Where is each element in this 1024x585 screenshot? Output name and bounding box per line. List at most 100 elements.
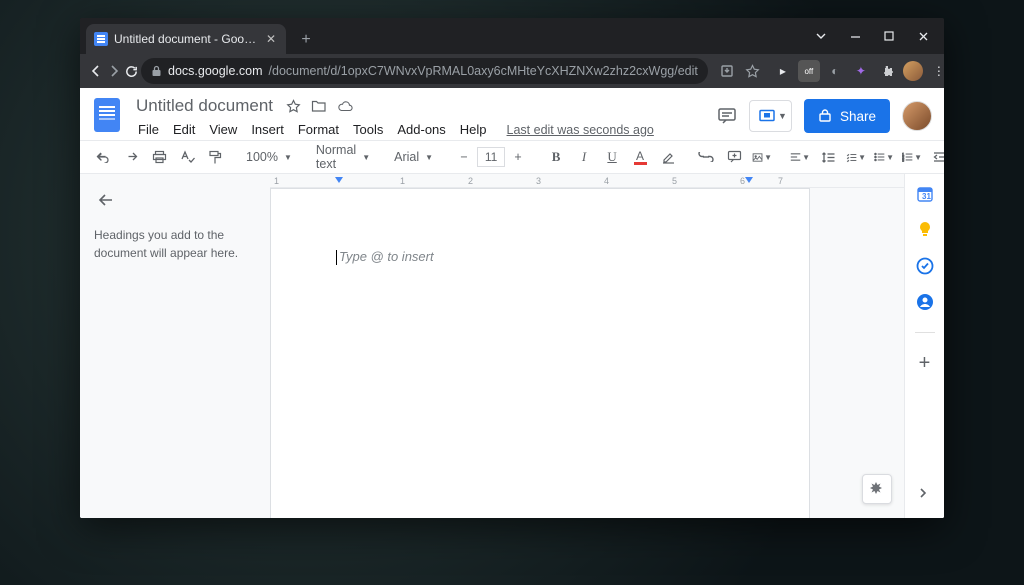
account-avatar[interactable] [902, 101, 932, 131]
extension-icon[interactable]: ▸ [772, 60, 794, 82]
reload-button[interactable] [124, 57, 139, 85]
insert-link-icon[interactable] [693, 144, 719, 170]
doc-title-input[interactable]: Untitled document [132, 95, 277, 117]
insert-image-icon[interactable]: ▼ [749, 144, 775, 170]
horizontal-ruler[interactable]: 1 1 2 3 4 5 6 7 [270, 174, 904, 188]
minimize-button[interactable] [840, 23, 870, 49]
undo-icon[interactable] [90, 144, 116, 170]
font-size-increase[interactable]: + [505, 144, 531, 170]
side-panel: 31 + [904, 174, 944, 518]
close-outline-icon[interactable] [94, 188, 118, 212]
add-comment-icon[interactable] [721, 144, 747, 170]
indent-marker-right-icon[interactable] [745, 177, 753, 183]
font-size-decrease[interactable]: − [451, 144, 477, 170]
align-icon[interactable]: ▼ [787, 144, 813, 170]
new-tab-button[interactable]: + [292, 26, 320, 54]
menu-insert[interactable]: Insert [245, 119, 290, 140]
extension-icon[interactable]: off [798, 60, 820, 82]
url-path: /document/d/1opxC7WNvxVpRMAL0axy6cMHteYc… [269, 64, 698, 78]
install-app-icon[interactable] [716, 60, 738, 82]
indent-marker-left-icon[interactable] [335, 177, 343, 183]
bookmark-star-icon[interactable] [742, 60, 764, 82]
share-button[interactable]: Share [804, 99, 890, 133]
lock-icon [151, 65, 162, 77]
keep-icon[interactable] [915, 220, 935, 240]
outline-empty-message: Headings you add to the document will ap… [94, 226, 256, 262]
last-edit-link[interactable]: Last edit was seconds ago [507, 123, 654, 137]
zoom-select[interactable]: 100%▼ [240, 150, 298, 164]
back-button[interactable] [88, 57, 104, 85]
print-icon[interactable] [146, 144, 172, 170]
placeholder-text: Type @ to insert [339, 249, 434, 264]
menu-help[interactable]: Help [454, 119, 493, 140]
highlight-color-icon[interactable] [655, 144, 681, 170]
menu-format[interactable]: Format [292, 119, 345, 140]
document-page[interactable]: Type @ to insert [270, 188, 810, 518]
tab-title: Untitled document - Google Doc [114, 32, 258, 46]
format-paint-icon[interactable] [202, 144, 228, 170]
checklist-icon[interactable]: ▼ [843, 144, 869, 170]
menu-view[interactable]: View [203, 119, 243, 140]
address-bar-row: docs.google.com/document/d/1opxC7WNvxVpR… [80, 54, 944, 88]
contacts-icon[interactable] [915, 292, 935, 312]
font-family-select[interactable]: Arial▼ [388, 150, 439, 164]
tasks-icon[interactable] [915, 256, 935, 276]
calendar-icon[interactable]: 31 [915, 184, 935, 204]
forward-button[interactable] [106, 57, 122, 85]
close-tab-icon[interactable]: ✕ [264, 32, 278, 46]
menu-addons[interactable]: Add-ons [391, 119, 451, 140]
menu-edit[interactable]: Edit [167, 119, 201, 140]
extensions-menu-icon[interactable] [876, 60, 898, 82]
svg-text:3: 3 [902, 158, 904, 162]
docs-home-icon[interactable] [92, 95, 122, 135]
share-label: Share [840, 109, 876, 124]
show-side-panel-icon[interactable] [912, 482, 934, 504]
outline-panel: Headings you add to the document will ap… [80, 174, 270, 518]
svg-text:31: 31 [922, 192, 931, 201]
extension-icon[interactable]: ◐ [824, 60, 846, 82]
url-domain: docs.google.com [168, 64, 263, 78]
close-window-button[interactable] [908, 23, 938, 49]
bulleted-list-icon[interactable]: ▼ [871, 144, 897, 170]
indent-decrease-icon[interactable] [927, 144, 944, 170]
paragraph-style-select[interactable]: Normal text▼ [310, 143, 376, 171]
chrome-menu-icon[interactable]: ⋮ [928, 60, 944, 82]
workspace: Headings you add to the document will ap… [80, 174, 944, 518]
header-actions: ▼ Share [717, 95, 932, 133]
present-button[interactable]: ▼ [749, 100, 792, 132]
spellcheck-icon[interactable] [174, 144, 200, 170]
line-spacing-icon[interactable] [815, 144, 841, 170]
bold-icon[interactable]: B [543, 144, 569, 170]
text-color-icon[interactable]: A [627, 144, 653, 170]
browser-window: Untitled document - Google Doc ✕ + docs.… [80, 18, 944, 518]
font-size-control: − 11 + [451, 144, 531, 170]
extensions-row: ▸ off ◐ ✦ ⋮ [766, 60, 944, 82]
address-bar[interactable]: docs.google.com/document/d/1opxC7WNvxVpR… [141, 58, 708, 84]
cloud-status-icon[interactable] [337, 98, 353, 114]
numbered-list-icon[interactable]: 123▼ [899, 144, 925, 170]
browser-tab[interactable]: Untitled document - Google Doc ✕ [86, 24, 286, 54]
formatting-toolbar: 100%▼ Normal text▼ Arial▼ − 11 + B I U A… [80, 140, 944, 174]
underline-icon[interactable]: U [599, 144, 625, 170]
profile-avatar[interactable] [902, 60, 924, 82]
redo-icon[interactable] [118, 144, 144, 170]
tab-search-icon[interactable] [806, 23, 836, 49]
tab-strip: Untitled document - Google Doc ✕ + [80, 18, 944, 54]
menu-file[interactable]: File [132, 119, 165, 140]
italic-icon[interactable]: I [571, 144, 597, 170]
star-icon[interactable] [285, 98, 301, 114]
omnibox-actions [710, 60, 764, 82]
move-icon[interactable] [311, 98, 327, 114]
extension-icon[interactable]: ✦ [850, 60, 872, 82]
font-size-input[interactable]: 11 [477, 147, 505, 167]
maximize-button[interactable] [874, 23, 904, 49]
comment-history-icon[interactable] [717, 101, 737, 131]
text-cursor [336, 250, 337, 265]
explore-button[interactable] [862, 474, 892, 504]
get-addons-icon[interactable]: + [915, 353, 935, 373]
menu-tools[interactable]: Tools [347, 119, 389, 140]
docs-favicon-icon [94, 32, 108, 46]
window-controls [806, 18, 944, 54]
docs-app: Untitled document File Edit View Insert … [80, 88, 944, 518]
menu-bar: File Edit View Insert Format Tools Add-o… [132, 119, 707, 140]
